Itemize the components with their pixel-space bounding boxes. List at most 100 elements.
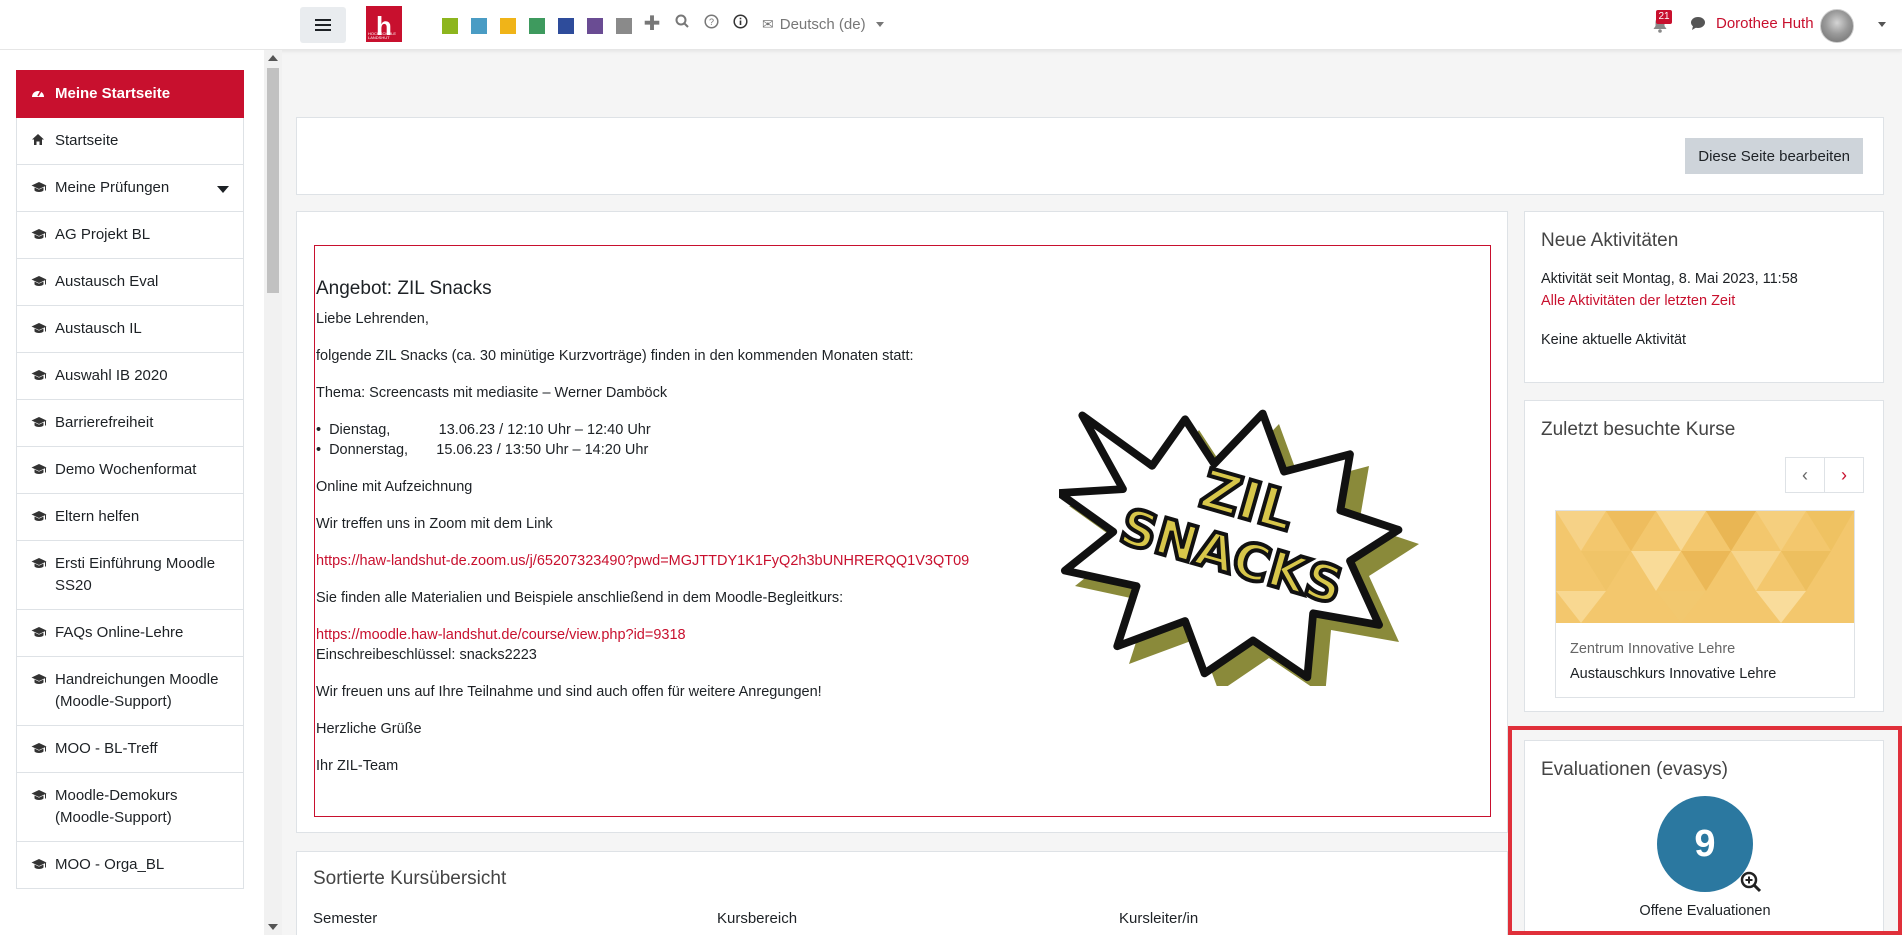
- color-swatch-3[interactable]: [500, 18, 516, 34]
- help-icon[interactable]: ?: [701, 14, 721, 34]
- date-item: Dienstag, 13.06.23 / 12:10 Uhr – 12:40 U…: [316, 420, 1076, 440]
- nav-item-label: Moodle-Demokurs (Moodle-Support): [55, 787, 178, 826]
- zoom-link[interactable]: https://haw-landshut-de.zoom.us/j/652073…: [316, 553, 969, 569]
- nav-item-label: Austausch Eval: [55, 273, 159, 290]
- color-swatch-4[interactable]: [529, 18, 545, 34]
- nav-item[interactable]: Barrierefreiheit: [16, 400, 244, 447]
- nav-item-label: Handreichungen Moodle (Moodle-Support): [55, 671, 219, 710]
- nav-item[interactable]: Auswahl IB 2020: [16, 353, 244, 400]
- zil-snacks-image: ZIL SNACKS: [1059, 409, 1419, 686]
- nav-item-label: MOO - BL-Treff: [55, 740, 158, 757]
- nav-item[interactable]: Austausch IL: [16, 306, 244, 353]
- enrol-key: Einschreibeschlüssel: snacks2223: [316, 647, 537, 663]
- recent-activity-block: Neue Aktivitäten Aktivität seit Montag, …: [1524, 211, 1884, 383]
- nav-item-label: Startseite: [55, 132, 119, 149]
- course-image[interactable]: [1556, 511, 1854, 623]
- chat-icon[interactable]: [1690, 16, 1706, 35]
- nav-item-label: Meine Prüfungen: [55, 179, 170, 196]
- menu-toggle-button[interactable]: [300, 7, 346, 43]
- chevron-down-icon[interactable]: [217, 186, 229, 193]
- nav-item[interactable]: Eltern helfen: [16, 494, 244, 541]
- nav-item-label: Barrierefreiheit: [55, 414, 154, 431]
- scroll-thumb[interactable]: [267, 68, 279, 293]
- course-card[interactable]: Zentrum Innovative Lehre Austauschkurs I…: [1555, 510, 1855, 698]
- course-name-link[interactable]: Austauschkurs Innovative Lehre: [1570, 666, 1776, 682]
- home-icon: [31, 130, 55, 152]
- nav-item[interactable]: Demo Wochenformat: [16, 447, 244, 494]
- nav-item[interactable]: MOO - Orga_BL: [16, 842, 244, 889]
- column-header-instructor[interactable]: Kursleiter/in: [1119, 910, 1198, 927]
- graduation-cap-icon: [31, 271, 55, 293]
- activity-title: Neue Aktivitäten: [1541, 230, 1679, 251]
- graduation-cap-icon: [31, 459, 55, 481]
- nav-list: Meine Startseite Startseite Meine Prüfunge…: [16, 70, 244, 889]
- graduation-cap-icon: [31, 622, 55, 644]
- graduation-cap-icon: [31, 412, 55, 434]
- carousel-next-button[interactable]: ›: [1824, 457, 1864, 493]
- color-swatch-5[interactable]: [558, 18, 574, 34]
- graduation-cap-icon: [31, 177, 55, 199]
- nav-item[interactable]: Austausch Eval: [16, 259, 244, 306]
- nav-item-label: MOO - Orga_BL: [55, 856, 165, 873]
- zoom-intro: Wir treffen uns in Zoom mit dem Link: [316, 516, 553, 532]
- haw-logo[interactable]: h HOCHSCHULE LANDSHUT: [366, 6, 402, 42]
- color-swatch-1[interactable]: [442, 18, 458, 34]
- nav-item[interactable]: Startseite: [16, 118, 244, 165]
- nav-item-label: Demo Wochenformat: [55, 461, 197, 478]
- graduation-cap-icon: [31, 506, 55, 528]
- recent-courses-title: Zuletzt besuchte Kurse: [1541, 419, 1736, 440]
- notification-badge: 21: [1656, 10, 1672, 24]
- column-header-semester[interactable]: Semester: [313, 910, 377, 927]
- color-swatch-2[interactable]: [471, 18, 487, 34]
- dashboard-icon: [31, 83, 55, 105]
- nav-item[interactable]: Handreichungen Moodle (Moodle-Support): [16, 657, 244, 726]
- info-icon[interactable]: [730, 14, 750, 34]
- course-link[interactable]: https://moodle.haw-landshut.de/course/vi…: [316, 627, 686, 643]
- nav-item[interactable]: Moodle-Demokurs (Moodle-Support): [16, 773, 244, 842]
- scroll-down-arrow[interactable]: [268, 924, 278, 930]
- user-menu-name[interactable]: Dorothee Huth: [1716, 15, 1814, 32]
- recent-courses-block: Zuletzt besuchte Kurse ‹ › Zentrum Innov…: [1524, 400, 1884, 712]
- column-header-course-area[interactable]: Kursbereich: [717, 910, 797, 927]
- announcement-greeting: Liebe Lehrenden,: [316, 311, 429, 327]
- nav-item-my-home[interactable]: Meine Startseite: [16, 70, 244, 118]
- date-item: Donnerstag, 15.06.23 / 13:50 Uhr – 14:20…: [316, 440, 1076, 460]
- language-label: Deutsch (de): [779, 16, 866, 33]
- recording-note: Online mit Aufzeichnung: [316, 479, 473, 495]
- announcement-text: Angebot: ZIL Snacks Liebe Lehrenden, fol…: [316, 277, 1076, 793]
- search-icon[interactable]: [672, 14, 692, 33]
- nav-item-label: Eltern helfen: [55, 508, 140, 525]
- activity-since: Aktivität seit Montag, 8. Mai 2023, 11:5…: [1541, 271, 1798, 287]
- graduation-cap-icon: [31, 854, 55, 876]
- scroll-up-arrow[interactable]: [268, 55, 278, 61]
- graduation-cap-icon: [31, 553, 55, 575]
- avatar[interactable]: [1820, 9, 1854, 43]
- all-activities-link[interactable]: Alle Aktivitäten der letzten Zeit: [1541, 293, 1735, 309]
- graduation-cap-icon: [31, 318, 55, 340]
- course-category: Zentrum Innovative Lehre: [1570, 641, 1736, 657]
- nav-item[interactable]: FAQs Online-Lehre: [16, 610, 244, 657]
- svg-text:?: ?: [708, 17, 713, 27]
- regards: Herzliche Grüße: [316, 721, 422, 737]
- color-swatch-7[interactable]: [616, 18, 632, 34]
- edit-page-button[interactable]: Diese Seite bearbeiten: [1685, 138, 1863, 174]
- sidebar-scrollbar[interactable]: [264, 50, 282, 935]
- graduation-cap-icon: [31, 224, 55, 246]
- nav-item[interactable]: Ersti Einführung Moodle SS20: [16, 541, 244, 610]
- nav-item[interactable]: AG Projekt BL: [16, 212, 244, 259]
- page-edit-bar: Diese Seite bearbeiten: [296, 117, 1884, 195]
- no-activity-text: Keine aktuelle Aktivität: [1541, 332, 1687, 348]
- announcement-topic: Thema: Screencasts mit mediasite – Werne…: [316, 385, 668, 401]
- closing-note: Wir freuen uns auf Ihre Teilnahme und si…: [316, 684, 822, 700]
- carousel-prev-button[interactable]: ‹: [1785, 457, 1825, 493]
- language-menu[interactable]: ✉ Deutsch (de): [762, 16, 884, 33]
- sorted-course-overview: Sortierte Kursübersicht Semester Kursber…: [296, 851, 1508, 935]
- user-chevron-down-icon[interactable]: [1878, 22, 1886, 27]
- nav-item[interactable]: MOO - BL-Treff: [16, 726, 244, 773]
- plus-icon[interactable]: ✚: [642, 11, 662, 36]
- sorted-overview-title: Sortierte Kursübersicht: [313, 868, 507, 889]
- graduation-cap-icon: [31, 785, 55, 807]
- nav-item[interactable]: Meine Prüfungen: [16, 165, 244, 212]
- mail-icon: ✉: [762, 16, 774, 32]
- color-swatch-6[interactable]: [587, 18, 603, 34]
